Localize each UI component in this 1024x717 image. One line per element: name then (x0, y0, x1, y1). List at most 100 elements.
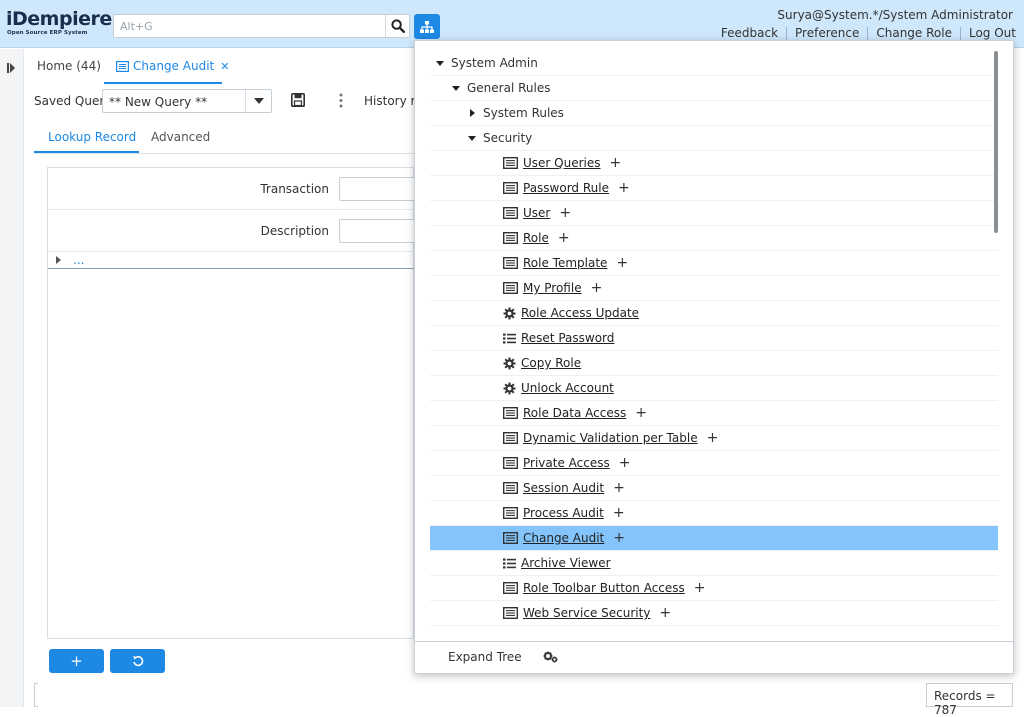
menu-item-label[interactable]: Role Template (523, 256, 607, 270)
window-icon (503, 482, 518, 494)
expand-panel-icon[interactable] (7, 62, 17, 76)
menu-item-label[interactable]: Role Access Update (521, 306, 639, 320)
menu-item-label[interactable]: Archive Viewer (521, 556, 611, 570)
menu-item[interactable]: Unlock Account (430, 376, 998, 401)
menu-item[interactable]: General Rules (430, 76, 998, 101)
kebab-menu-icon[interactable] (339, 93, 343, 111)
menu-item-label[interactable]: Reset Password (521, 331, 614, 345)
menu-item-label[interactable]: Web Service Security (523, 606, 650, 620)
menu-item[interactable]: Web Service Security + (430, 601, 998, 626)
menu-item-label[interactable]: Unlock Account (521, 381, 614, 395)
change-role-link[interactable]: Change Role (867, 27, 960, 40)
new-record-plus-icon[interactable]: + (613, 480, 625, 496)
new-record-plus-icon[interactable]: + (558, 230, 570, 246)
new-record-plus-icon[interactable]: + (707, 430, 719, 446)
reset-button[interactable] (110, 649, 165, 673)
new-record-plus-icon[interactable]: + (616, 255, 628, 271)
caret-down-icon[interactable] (451, 85, 461, 91)
menu-item[interactable]: Role Data Access + (430, 401, 998, 426)
caret-right-icon[interactable] (467, 109, 477, 117)
menu-item[interactable]: Role + (430, 226, 998, 251)
gears-icon[interactable] (543, 651, 558, 666)
chevron-down-icon[interactable] (245, 90, 271, 112)
menu-tree-button[interactable] (414, 14, 440, 39)
tab-change-audit[interactable]: Change Audit ✕ (116, 59, 229, 73)
menu-item[interactable]: Process Audit + (430, 501, 998, 526)
window-icon (503, 282, 518, 294)
window-icon (503, 207, 518, 219)
idempiere-logo[interactable]: iDempiere Open Source ERP System (6, 8, 112, 41)
menu-item-label[interactable]: Role Toolbar Button Access (523, 581, 685, 595)
menu-item-label[interactable]: Role Data Access (523, 406, 626, 420)
description-field[interactable] (339, 219, 419, 243)
records-count: Records = 787 (926, 683, 1013, 717)
preference-link[interactable]: Preference (786, 27, 867, 40)
new-record-plus-icon[interactable]: + (635, 405, 647, 421)
description-row: Description (48, 210, 419, 252)
menu-popup-footer: Expand Tree (415, 641, 1013, 673)
add-button[interactable]: + (49, 649, 104, 673)
menu-item[interactable]: Role Access Update (430, 301, 998, 326)
menu-item[interactable]: My Profile + (430, 276, 998, 301)
logout-link[interactable]: Log Out (959, 27, 1016, 40)
expand-tree-checkbox[interactable]: Expand Tree (448, 650, 522, 664)
menu-item-label[interactable]: Process Audit (523, 506, 604, 520)
saved-query-value: ** New Query ** (109, 95, 208, 109)
user-info: Surya@System.*/System Administrator (777, 8, 1013, 22)
new-record-plus-icon[interactable]: + (659, 605, 671, 621)
menu-item-label[interactable]: Copy Role (521, 356, 581, 370)
new-record-plus-icon[interactable]: + (619, 455, 631, 471)
menu-item[interactable]: Copy Role (430, 351, 998, 376)
menu-item-label[interactable]: Role (523, 231, 549, 245)
tab-advanced[interactable]: Advanced (151, 130, 210, 144)
menu-item[interactable]: User + (430, 201, 998, 226)
new-record-plus-icon[interactable]: + (613, 505, 625, 521)
menu-item[interactable]: Dynamic Validation per Table + (430, 426, 998, 451)
menu-item[interactable]: System Rules (430, 101, 998, 126)
logo-word: iDempiere (6, 8, 112, 30)
caret-down-icon[interactable] (435, 60, 445, 66)
find-panel-tabs: Lookup Record Advanced (34, 122, 414, 154)
menu-item[interactable]: Archive Viewer (430, 551, 998, 576)
tab-home[interactable]: Home (44) (37, 59, 101, 73)
new-record-plus-icon[interactable]: + (591, 280, 603, 296)
menu-item[interactable]: Session Audit + (430, 476, 998, 501)
feedback-link[interactable]: Feedback (713, 27, 786, 40)
tab-lookup-record[interactable]: Lookup Record (48, 130, 136, 144)
window-tabs: Home (44) Change Audit ✕ (24, 49, 424, 85)
tree-scrollbar[interactable] (994, 51, 998, 233)
global-search-input[interactable] (114, 15, 386, 37)
saved-query-label: Saved Query (34, 94, 112, 108)
menu-item[interactable]: Role Toolbar Button Access + (430, 576, 998, 601)
transaction-field[interactable] (339, 177, 419, 201)
saved-query-select[interactable]: ** New Query ** (102, 89, 272, 113)
menu-item-label[interactable]: Session Audit (523, 481, 604, 495)
menu-item[interactable]: Role Template + (430, 251, 998, 276)
new-record-plus-icon[interactable]: + (610, 155, 622, 171)
menu-item[interactable]: Password Rule + (430, 176, 998, 201)
menu-item-label[interactable]: Private Access (523, 456, 610, 470)
menu-item-label[interactable]: Password Rule (523, 181, 609, 195)
caret-down-icon[interactable] (467, 135, 477, 141)
menu-item-label[interactable]: User (523, 206, 550, 220)
close-icon[interactable]: ✕ (220, 60, 229, 73)
new-record-plus-icon[interactable]: + (559, 205, 571, 221)
menu-item-label[interactable]: Dynamic Validation per Table (523, 431, 698, 445)
menu-item-label[interactable]: My Profile (523, 281, 582, 295)
menu-item[interactable]: System Admin (430, 51, 998, 76)
menu-item[interactable]: Security (430, 126, 998, 151)
new-record-plus-icon[interactable]: + (613, 530, 625, 546)
search-icon[interactable] (385, 15, 409, 37)
menu-item[interactable]: Reset Password (430, 326, 998, 351)
save-query-icon[interactable] (291, 93, 305, 110)
new-record-plus-icon[interactable]: + (694, 580, 706, 596)
menu-item-label[interactable]: Change Audit (523, 531, 604, 545)
transaction-label: Transaction (260, 182, 329, 196)
more-fields-toggle[interactable]: ... (56, 253, 84, 267)
menu-item[interactable]: User Queries + (430, 151, 998, 176)
divider (48, 268, 415, 269)
menu-item-label[interactable]: User Queries (523, 156, 601, 170)
new-record-plus-icon[interactable]: + (618, 180, 630, 196)
menu-item[interactable]: Private Access + (430, 451, 998, 476)
menu-item[interactable]: Change Audit + (430, 526, 998, 551)
